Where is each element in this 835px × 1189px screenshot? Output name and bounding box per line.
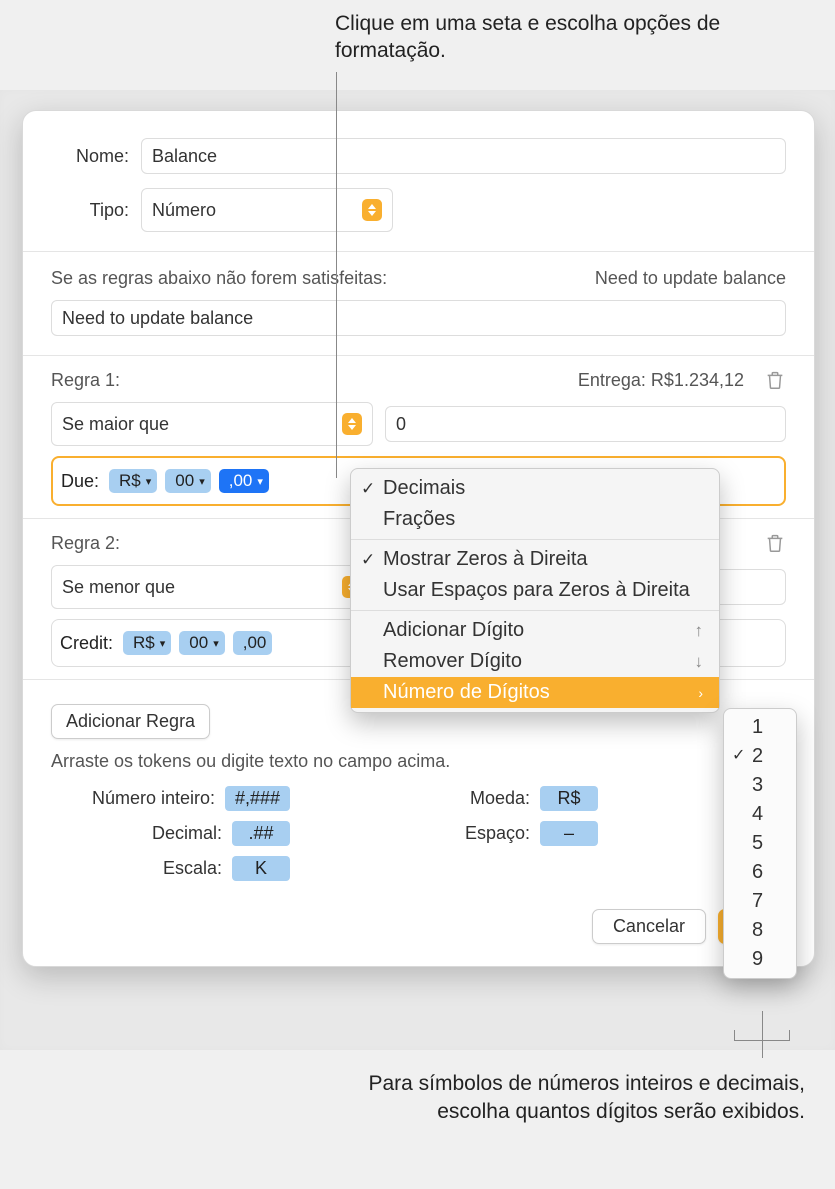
example-token[interactable]: K xyxy=(232,856,290,881)
type-row: Tipo: Número xyxy=(23,181,814,239)
menu-item-decimals[interactable]: Decimais xyxy=(351,473,719,504)
callout-top-text: Clique em uma seta e escolha opções de f… xyxy=(335,10,835,65)
example-row: Escala: K xyxy=(75,856,290,881)
rule2-condition-value: Se menor que xyxy=(62,577,175,598)
chevron-right-icon: › xyxy=(698,685,703,701)
rule1-condition-value: Se maior que xyxy=(62,414,169,435)
rule1-condition-select[interactable]: Se maior que xyxy=(51,402,373,446)
decimal-token[interactable]: ,00▾ xyxy=(219,469,269,493)
submenu-item[interactable]: 1 xyxy=(724,713,796,742)
rule2-condition-select[interactable]: Se menor que xyxy=(51,565,373,609)
rule1-condition-row: Se maior que 0 xyxy=(23,396,814,452)
decimal-token[interactable]: ,00 xyxy=(233,631,273,655)
fallback-input-value: Need to update balance xyxy=(62,308,253,329)
example-token[interactable]: R$ xyxy=(540,786,598,811)
menu-item-num-digits[interactable]: Número de Dígitos › xyxy=(351,677,719,708)
name-input-value: Balance xyxy=(152,146,217,167)
submenu-item[interactable]: 9 xyxy=(724,945,796,974)
chevron-down-icon: ▾ xyxy=(146,475,152,488)
rule1-value: 0 xyxy=(396,414,406,435)
rule1-value-input[interactable]: 0 xyxy=(385,406,786,442)
chevron-down-icon: ▾ xyxy=(213,637,219,650)
arrow-down-icon: ↓ xyxy=(695,652,704,672)
fallback-preview: Need to update balance xyxy=(595,268,786,289)
fallback-row: Se as regras abaixo não forem satisfeita… xyxy=(23,264,814,293)
type-select[interactable]: Número xyxy=(141,188,393,232)
example-label: Moeda: xyxy=(390,788,530,809)
type-label: Tipo: xyxy=(51,200,129,221)
example-row: Decimal: .## xyxy=(75,821,290,846)
currency-token[interactable]: R$▾ xyxy=(123,631,171,655)
name-row: Nome: Balance xyxy=(23,131,814,181)
example-label: Espaço: xyxy=(390,823,530,844)
fallback-input-row: Need to update balance xyxy=(23,293,814,343)
example-label: Número inteiro: xyxy=(75,788,215,809)
trash-icon[interactable] xyxy=(764,531,786,555)
fallback-input[interactable]: Need to update balance xyxy=(51,300,786,336)
integer-token[interactable]: 00▾ xyxy=(179,631,224,655)
menu-item-remove-digit[interactable]: Remover Dígito ↓ xyxy=(351,646,719,677)
drag-hint: Arraste os tokens ou digite texto no cam… xyxy=(23,747,814,776)
submenu-item[interactable]: 2 xyxy=(724,742,796,771)
menu-separator xyxy=(351,539,719,540)
menu-separator xyxy=(351,610,719,611)
divider xyxy=(23,355,814,356)
chevron-down-icon: ▾ xyxy=(160,637,166,650)
chevron-down-icon: ▾ xyxy=(257,475,263,488)
example-token[interactable]: – xyxy=(540,821,598,846)
menu-item-add-digit[interactable]: Adicionar Dígito ↑ xyxy=(351,615,719,646)
menu-item-spaces-trailing[interactable]: Usar Espaços para Zeros à Direita xyxy=(351,575,719,606)
submenu-item[interactable]: 3 xyxy=(724,771,796,800)
rule2-field-label: Credit: xyxy=(60,633,113,654)
callout-line xyxy=(762,1011,763,1058)
example-row: Moeda: R$ xyxy=(390,786,598,811)
example-row: Espaço: – xyxy=(390,821,598,846)
rule1-delivery: Entrega: R$1.234,12 xyxy=(578,370,744,391)
decimal-format-menu: Decimais Frações Mostrar Zeros à Direita… xyxy=(350,468,720,713)
submenu-item[interactable]: 8 xyxy=(724,916,796,945)
example-label: Escala: xyxy=(82,858,222,879)
submenu-item[interactable]: 7 xyxy=(724,887,796,916)
submenu-item[interactable]: 6 xyxy=(724,858,796,887)
callout-bottom-text: Para símbolos de números inteiros e deci… xyxy=(300,1070,805,1127)
arrow-up-icon: ↑ xyxy=(695,621,704,641)
menu-item-fractions[interactable]: Frações xyxy=(351,504,719,535)
type-select-value: Número xyxy=(152,200,216,221)
callout-line xyxy=(336,72,337,478)
rule1-header: Regra 1: Entrega: R$1.234,12 xyxy=(23,368,814,396)
trash-icon[interactable] xyxy=(764,368,786,392)
divider xyxy=(23,251,814,252)
digits-submenu: 1 2 3 4 5 6 7 8 9 xyxy=(723,708,797,979)
currency-token[interactable]: R$▾ xyxy=(109,469,157,493)
rule1-field-label: Due: xyxy=(61,471,99,492)
submenu-item[interactable]: 5 xyxy=(724,829,796,858)
rule1-title: Regra 1: xyxy=(51,370,120,391)
token-examples: Número inteiro: #,### Decimal: .## Escal… xyxy=(23,776,814,891)
stepper-icon xyxy=(342,413,362,435)
example-label: Decimal: xyxy=(82,823,222,844)
integer-token[interactable]: 00▾ xyxy=(165,469,210,493)
chevron-down-icon: ▾ xyxy=(199,475,205,488)
example-token[interactable]: #,### xyxy=(225,786,290,811)
example-row: Número inteiro: #,### xyxy=(75,786,290,811)
stepper-icon xyxy=(362,199,382,221)
add-rule-button[interactable]: Adicionar Regra xyxy=(51,704,210,739)
menu-item-show-trailing[interactable]: Mostrar Zeros à Direita xyxy=(351,544,719,575)
dialog-footer: Cancelar OK xyxy=(23,891,814,944)
rule2-title: Regra 2: xyxy=(51,533,120,554)
example-token[interactable]: .## xyxy=(232,821,290,846)
name-input[interactable]: Balance xyxy=(141,138,786,174)
cancel-button[interactable]: Cancelar xyxy=(592,909,706,944)
name-label: Nome: xyxy=(51,146,129,167)
submenu-item[interactable]: 4 xyxy=(724,800,796,829)
